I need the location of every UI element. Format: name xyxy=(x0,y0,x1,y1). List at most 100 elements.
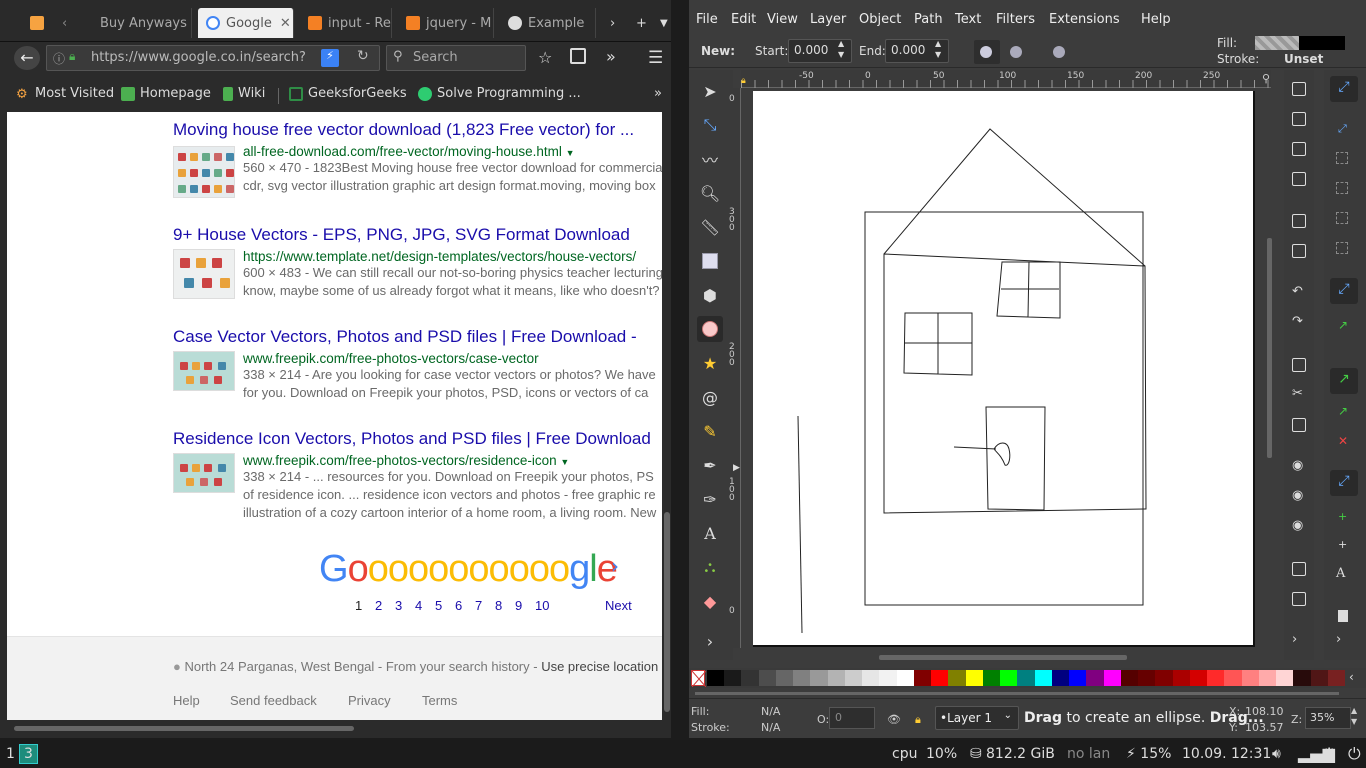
result-thumbnail[interactable] xyxy=(173,249,235,299)
settings-gear-icon[interactable]: ⚙ xyxy=(1322,744,1336,763)
tab-buy-anyways[interactable]: Buy Anyways xyxy=(92,8,192,38)
snap-bbox-center-icon[interactable] xyxy=(1336,242,1348,254)
layer-dropdown[interactable]: •Layer 1 ⌄ xyxy=(935,706,1019,730)
import-icon[interactable] xyxy=(1292,214,1306,228)
color-swatch[interactable] xyxy=(1327,670,1346,686)
page-link[interactable]: 4 xyxy=(415,598,422,613)
color-swatch[interactable] xyxy=(1224,670,1243,686)
close-tab-icon[interactable]: ✕ xyxy=(280,16,291,31)
overflow-icon[interactable]: » xyxy=(606,47,616,66)
end-spin-buttons[interactable]: ▲ ▼ xyxy=(935,38,941,60)
tab-example[interactable]: Example xyxy=(500,8,596,38)
color-swatch[interactable] xyxy=(1207,670,1225,686)
save-doc-icon[interactable] xyxy=(1292,142,1306,156)
snap-toggle-icon[interactable]: ⤢ xyxy=(1330,76,1358,102)
precise-location-link[interactable]: Use precise location xyxy=(541,659,658,674)
bookmark-wiki[interactable]: Wiki xyxy=(223,86,265,101)
color-swatch[interactable] xyxy=(931,670,949,686)
roof-lines[interactable] xyxy=(883,128,1146,267)
color-swatch[interactable] xyxy=(1155,670,1174,686)
color-swatch[interactable] xyxy=(1258,670,1277,686)
page-link[interactable]: 5 xyxy=(435,598,442,613)
page-link[interactable]: 3 xyxy=(395,598,402,613)
node-tool-icon[interactable]: ⤡ xyxy=(697,112,723,138)
star-tool-icon[interactable]: ★ xyxy=(697,350,723,376)
snap-bbox-edge-icon[interactable] xyxy=(1336,152,1348,164)
flash-icon[interactable]: ⚡ xyxy=(321,49,339,67)
page-link[interactable]: 2 xyxy=(375,598,382,613)
bookmark-geeksforgeeks[interactable]: GeeksforGeeks xyxy=(289,86,407,101)
zoom-page-icon[interactable]: ◉ xyxy=(1292,518,1303,533)
result-title-link[interactable]: Moving house free vector download (1,823… xyxy=(173,120,662,140)
color-swatch[interactable] xyxy=(758,670,777,686)
bookmarks-overflow-icon[interactable]: » xyxy=(654,86,662,101)
reload-icon[interactable]: ↻ xyxy=(357,48,369,64)
snap-midpoint-icon[interactable]: + xyxy=(1338,510,1347,523)
color-swatch[interactable] xyxy=(741,670,760,686)
cut-icon[interactable]: ✂ xyxy=(1292,386,1303,401)
color-swatch[interactable] xyxy=(1017,670,1036,686)
vertical-scrollbar[interactable] xyxy=(663,112,671,720)
color-swatch[interactable] xyxy=(862,670,880,686)
canvas-vertical-scrollbar[interactable] xyxy=(1265,88,1275,650)
menu-filters[interactable]: Filters xyxy=(996,12,1035,27)
page-link[interactable]: 8 xyxy=(495,598,502,613)
snap-bbox-icon[interactable]: ⤢ xyxy=(1338,122,1347,136)
footer-feedback-link[interactable]: Send feedback xyxy=(230,693,317,708)
star-icon[interactable]: ☆ xyxy=(538,48,552,67)
info-icon[interactable]: ⓘ xyxy=(53,50,65,67)
snap-others-icon[interactable]: ⤢ xyxy=(1330,470,1358,496)
palette-scrollbar[interactable] xyxy=(689,690,1366,698)
color-swatch[interactable] xyxy=(982,670,1001,686)
color-swatch[interactable] xyxy=(1000,670,1018,686)
print-icon[interactable] xyxy=(1292,172,1306,186)
menu-object[interactable]: Object xyxy=(859,12,901,27)
duplicate-icon[interactable] xyxy=(1292,562,1306,576)
zoom-selection-icon[interactable]: ◉ xyxy=(1292,458,1303,473)
menu-help[interactable]: Help xyxy=(1141,12,1171,27)
arc-type-chord-button[interactable] xyxy=(1010,46,1022,58)
tab-list-button[interactable]: ▼ xyxy=(652,8,672,38)
layer-lock-icon[interactable]: 🔒︎ xyxy=(915,713,921,727)
outer-rect[interactable] xyxy=(864,211,1144,606)
tweak-tool-icon[interactable]: 〰 xyxy=(697,146,723,172)
result-url-link[interactable]: www.freepik.com/free-photos-vectors/resi… xyxy=(243,453,557,468)
start-spin-buttons[interactable]: ▲ ▼ xyxy=(838,38,844,60)
dropdown-arrow-icon[interactable]: ▼ xyxy=(566,148,575,158)
result-thumbnail[interactable] xyxy=(173,453,235,493)
color-swatch[interactable] xyxy=(1172,670,1191,686)
snap-bbox-corner-icon[interactable] xyxy=(1336,182,1348,194)
color-swatch[interactable] xyxy=(1034,670,1053,686)
stray-line[interactable] xyxy=(797,415,803,634)
page-link[interactable]: 9 xyxy=(515,598,522,613)
color-swatch[interactable] xyxy=(1138,670,1156,686)
snap-center-icon[interactable]: + xyxy=(1338,538,1347,551)
menu-extensions[interactable]: Extensions xyxy=(1049,12,1120,27)
fill-swatch-black[interactable] xyxy=(1299,36,1345,50)
bookmark-homepage[interactable]: Homepage xyxy=(121,86,211,101)
left-window[interactable] xyxy=(903,312,973,376)
color-swatch[interactable] xyxy=(879,670,898,686)
tab-scroll-right-button[interactable]: › xyxy=(602,8,626,38)
export-icon[interactable] xyxy=(1292,244,1306,258)
search-input[interactable]: ⚲ Search xyxy=(386,45,526,71)
workspace-1-button[interactable]: 1 xyxy=(6,746,15,762)
palette-menu-icon[interactable]: ‹ xyxy=(1349,670,1354,684)
zoom-drawing-icon[interactable]: ◉ xyxy=(1292,488,1303,503)
bookmark-solve-programming[interactable]: Solve Programming ... xyxy=(418,86,581,101)
clone-icon[interactable] xyxy=(1292,592,1306,606)
new-tab-button[interactable]: + xyxy=(628,8,650,38)
snap-smooth-icon[interactable]: ↗ xyxy=(1338,404,1348,418)
color-swatch[interactable] xyxy=(827,670,846,686)
canvas-horizontal-scrollbar[interactable] xyxy=(759,652,1249,662)
dropdown-arrow-icon[interactable]: ▼ xyxy=(560,457,569,467)
snap-page-icon[interactable] xyxy=(1338,610,1348,622)
color-swatch[interactable] xyxy=(1051,670,1070,686)
pencil-tool-icon[interactable]: ✎ xyxy=(697,418,723,444)
color-swatch[interactable] xyxy=(896,670,915,686)
snap-path-icon[interactable]: ↗ xyxy=(1338,318,1348,332)
next-chevron-icon[interactable]: › xyxy=(611,554,619,578)
color-swatch[interactable] xyxy=(1120,670,1139,686)
door[interactable] xyxy=(985,406,1046,511)
menu-path[interactable]: Path xyxy=(914,12,943,27)
